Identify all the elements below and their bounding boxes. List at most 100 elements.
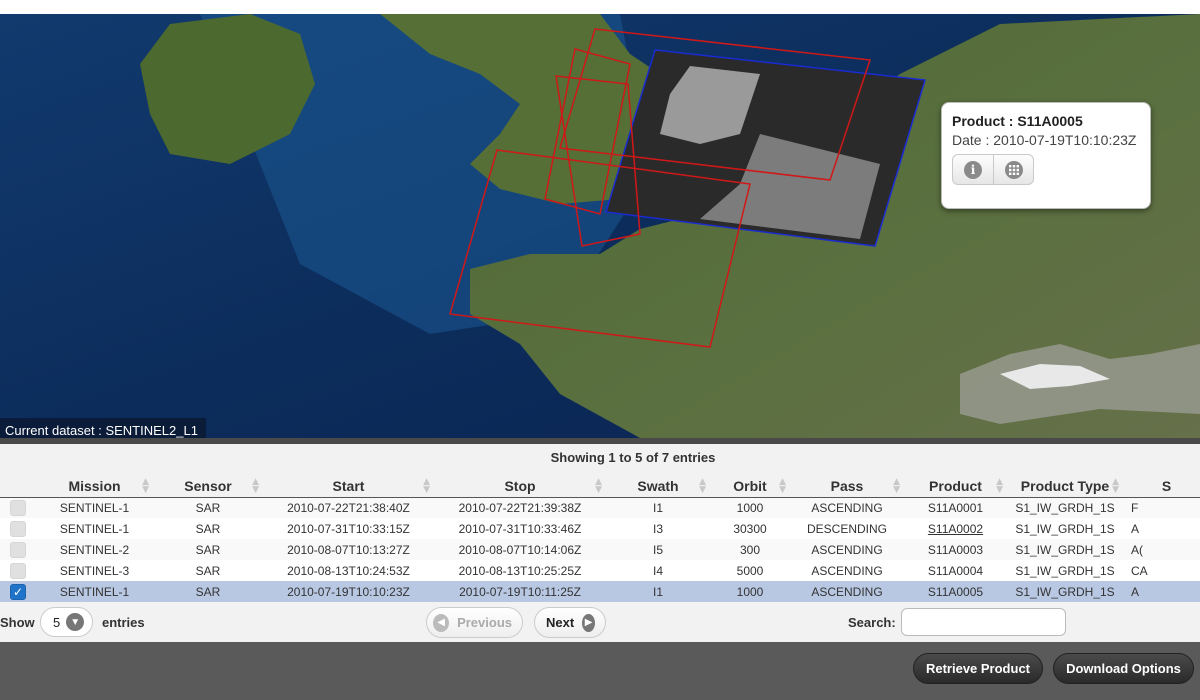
sort-icon: ▲ ▼ [252, 477, 259, 495]
column-header-stop[interactable]: Stop ▲ ▼ [434, 475, 606, 498]
table-row[interactable]: SENTINEL-2 SAR 2010-08-07T10:13:27Z 2010… [0, 539, 1200, 560]
cell-extra: CA [1123, 560, 1200, 581]
popup-product-label: Product : [952, 113, 1018, 129]
cell-swath: I1 [606, 497, 710, 518]
cell-product-link[interactable]: S11A0002 [904, 518, 1007, 539]
cell-start: 2010-08-13T10:24:53Z [263, 560, 434, 581]
row-checkbox[interactable] [10, 562, 26, 579]
cell-pass: ASCENDING [790, 497, 904, 518]
cell-stop: 2010-07-31T10:33:46Z [434, 518, 606, 539]
cell-orbit: 5000 [710, 560, 790, 581]
row-checkbox[interactable] [10, 499, 26, 516]
row-checkbox[interactable] [10, 520, 26, 537]
cell-extra: A [1123, 581, 1200, 602]
table-row[interactable]: SENTINEL-1 SAR 2010-07-31T10:33:15Z 2010… [0, 518, 1200, 539]
cell-mission: SENTINEL-3 [36, 560, 153, 581]
column-header-label: Product [929, 477, 982, 494]
sort-icon: ▲ ▼ [595, 477, 602, 495]
cell-mission: SENTINEL-2 [36, 539, 153, 560]
cell-sensor: SAR [153, 497, 263, 518]
chevron-left-icon: ◀ [433, 613, 450, 632]
row-checkbox-checked[interactable]: ✓ [10, 583, 26, 600]
map-view[interactable]: Current dataset : SENTINEL2_L1 Product :… [0, 14, 1200, 438]
cell-pass: DESCENDING [790, 518, 904, 539]
results-panel: Showing 1 to 5 of 7 entries Mission ▲ ▼ Se… [0, 444, 1200, 642]
sort-icon: ▲ ▼ [996, 477, 1003, 495]
column-header-mission[interactable]: Mission ▲ ▼ [36, 475, 153, 498]
cell-product: S11A0004 [904, 560, 1007, 581]
cell-stop: 2010-08-07T10:14:06Z [434, 539, 606, 560]
column-header-sensor[interactable]: Sensor ▲ ▼ [153, 475, 263, 498]
popup-actions: i [952, 154, 1034, 185]
cell-product-type: S1_IW_GRDH_1S [1007, 581, 1123, 602]
grid-icon [1004, 160, 1023, 179]
column-header-label: Swath [637, 477, 679, 494]
search-label: Search: [848, 615, 896, 630]
popup-browse-button[interactable] [993, 155, 1033, 184]
cell-stop: 2010-07-22T21:39:38Z [434, 497, 606, 518]
grid-icon-glyph [1008, 164, 1019, 175]
cell-product-type: S1_IW_GRDH_1S [1007, 539, 1123, 560]
cell-mission: SENTINEL-1 [36, 518, 153, 539]
page-length-value: 5 [53, 614, 61, 630]
column-header-product[interactable]: Product ▲ ▼ [904, 475, 1007, 498]
cell-sensor: SAR [153, 539, 263, 560]
sort-icon: ▲ ▼ [142, 477, 149, 495]
column-header-label: Orbit [733, 477, 767, 494]
popup-product-id: S11A0005 [1017, 113, 1083, 129]
show-label: Show [0, 615, 35, 630]
column-header-product-type[interactable]: Product Type ▲ ▼ [1007, 475, 1123, 498]
cell-orbit: 300 [710, 539, 790, 560]
popup-title: Product : S11A0005 [952, 113, 1140, 129]
chevron-right-icon: ▶ [582, 613, 595, 632]
cell-extra: F [1123, 497, 1200, 518]
cell-pass: ASCENDING [790, 539, 904, 560]
column-header-label: S [1161, 477, 1172, 494]
results-summary: Showing 1 to 5 of 7 entries [550, 450, 716, 465]
cell-product: S11A0005 [904, 581, 1007, 602]
cell-start: 2010-07-31T10:33:15Z [263, 518, 434, 539]
column-header-swath[interactable]: Swath ▲ ▼ [606, 475, 710, 498]
cell-orbit: 30300 [710, 518, 790, 539]
cell-orbit: 1000 [710, 497, 790, 518]
retrieve-product-button[interactable]: Retrieve Product [913, 653, 1043, 684]
current-dataset-label: Current dataset : SENTINEL2_L1 [0, 418, 206, 438]
cell-sensor: SAR [153, 518, 263, 539]
column-header-label: Product Type [1020, 477, 1110, 494]
info-icon: i [964, 160, 982, 179]
popup-date: Date : 2010-07-19T10:10:23Z [952, 132, 1137, 148]
column-header-label: Pass [830, 477, 864, 494]
column-header-extra[interactable]: S [1123, 475, 1200, 498]
row-checkbox[interactable] [10, 541, 26, 558]
cell-swath: I5 [606, 539, 710, 560]
cell-start: 2010-07-19T10:10:23Z [263, 581, 434, 602]
next-label: Next [546, 615, 575, 630]
cell-stop: 2010-07-19T10:11:25Z [434, 581, 606, 602]
cell-orbit: 1000 [710, 581, 790, 602]
cell-swath: I1 [606, 581, 710, 602]
table-row-selected[interactable]: ✓ SENTINEL-1 SAR 2010-07-19T10:10:23Z 20… [0, 581, 1200, 602]
column-header-pass[interactable]: Pass ▲ ▼ [790, 475, 904, 498]
sort-icon: ▲ ▼ [893, 477, 900, 495]
cell-swath: I4 [606, 560, 710, 581]
download-options-button[interactable]: Download Options [1053, 653, 1194, 684]
results-table: Mission ▲ ▼ Sensor ▲ ▼ Start ▲ ▼ Stop ▲ ▼ Swath ▲… [0, 475, 1200, 602]
entries-label: entries [102, 615, 145, 630]
cell-swath: I3 [606, 518, 710, 539]
cell-pass: ASCENDING [790, 581, 904, 602]
table-row[interactable]: SENTINEL-3 SAR 2010-08-13T10:24:53Z 2010… [0, 560, 1200, 581]
next-page-button[interactable]: Next ▶ [534, 607, 606, 638]
search-input[interactable] [901, 608, 1066, 636]
column-header-orbit[interactable]: Orbit ▲ ▼ [710, 475, 790, 498]
cell-start: 2010-07-22T21:38:40Z [263, 497, 434, 518]
popup-info-button[interactable]: i [953, 155, 993, 184]
column-header-start[interactable]: Start ▲ ▼ [263, 475, 434, 498]
page-length-select[interactable]: 5 ▼ [40, 607, 93, 637]
sort-icon: ▲ ▼ [699, 477, 706, 495]
satellite-map [0, 14, 1200, 438]
cell-product-type: S1_IW_GRDH_1S [1007, 497, 1123, 518]
cell-mission: SENTINEL-1 [36, 581, 153, 602]
table-row[interactable]: SENTINEL-1 SAR 2010-07-22T21:38:40Z 2010… [0, 497, 1200, 518]
column-header-label: Stop [504, 477, 536, 494]
previous-page-button[interactable]: ◀ Previous [426, 607, 523, 638]
